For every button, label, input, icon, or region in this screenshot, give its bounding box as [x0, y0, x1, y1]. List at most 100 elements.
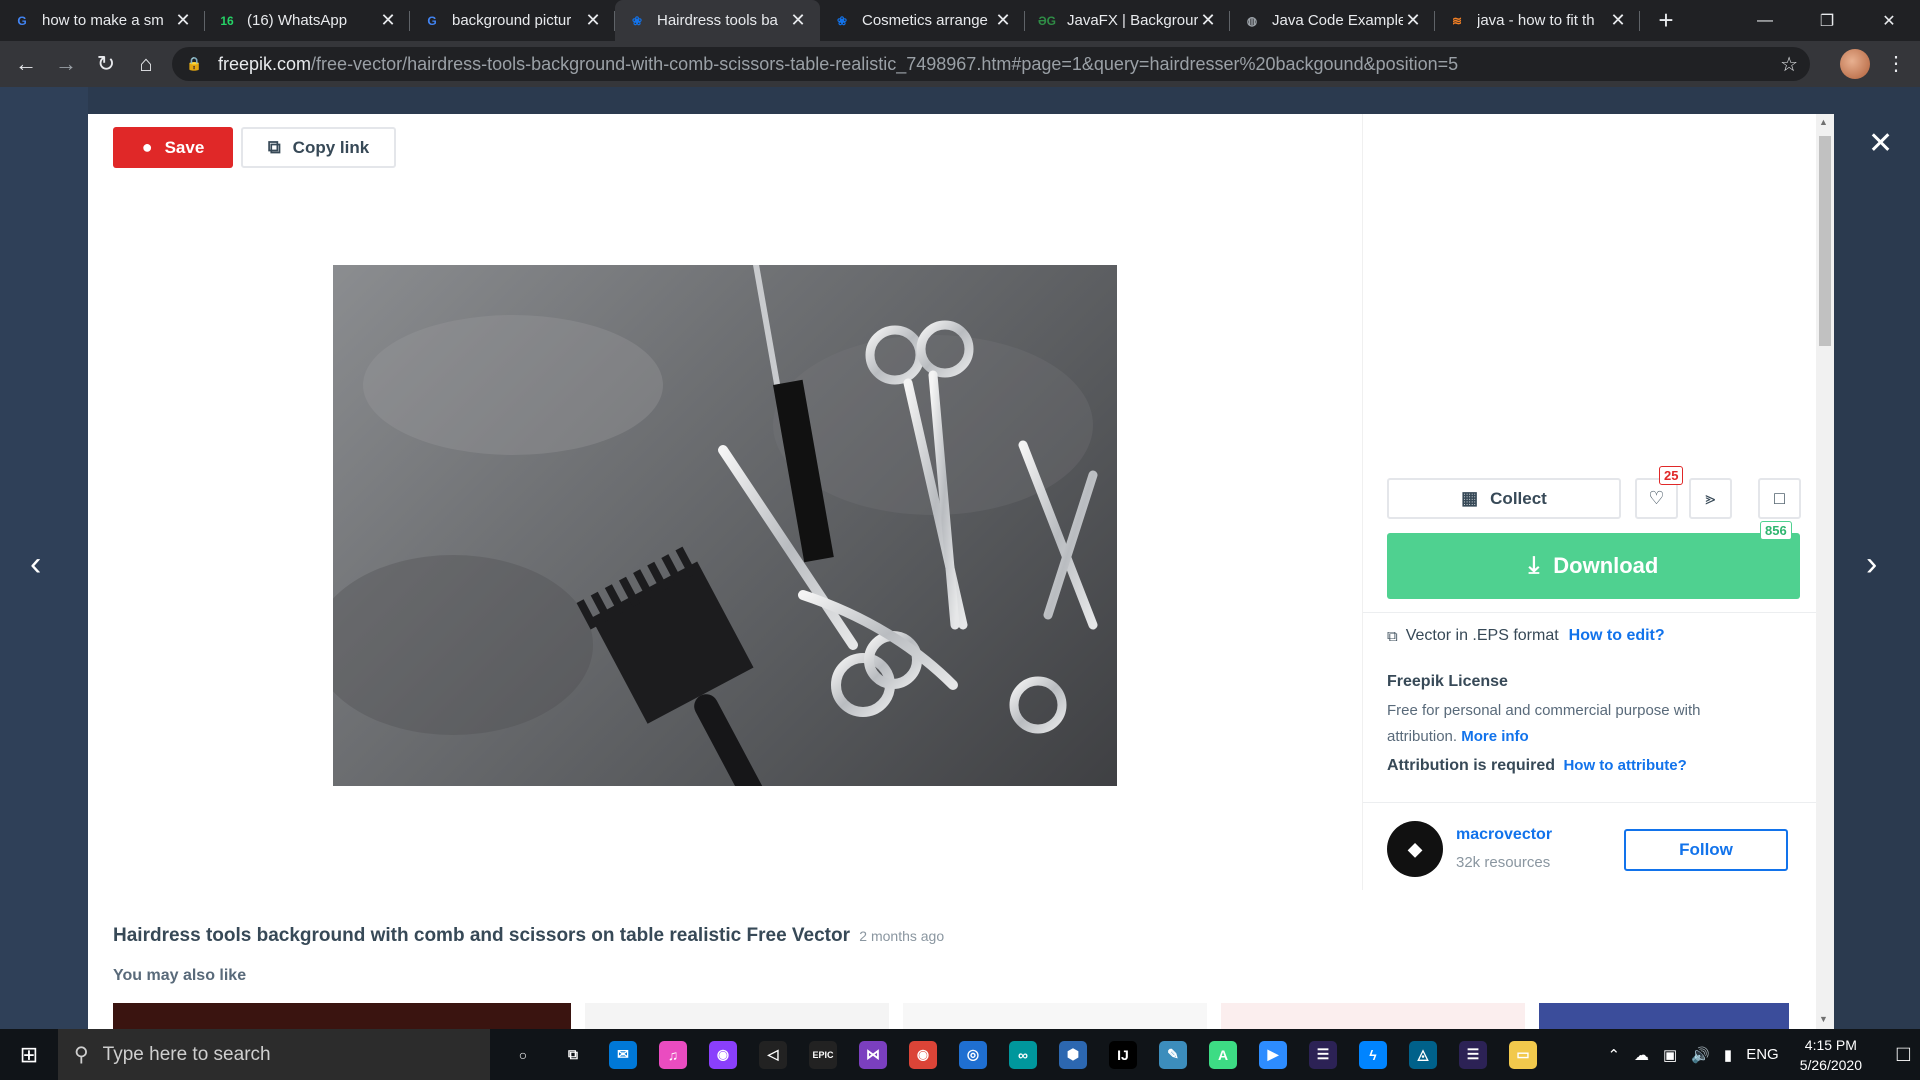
window-controls: — ❐ ✕	[1734, 0, 1920, 41]
arduino-icon[interactable]: ∞	[998, 1029, 1048, 1080]
browser-tab[interactable]: ❀ Hairdress tools ba ✕	[615, 0, 820, 41]
network-icon[interactable]: ▣	[1663, 1046, 1677, 1064]
related-thumbnail[interactable]	[1221, 1003, 1525, 1029]
share-icon: ⪢	[1705, 488, 1716, 508]
heart-icon: ♡	[1648, 488, 1665, 508]
unity-icon[interactable]: ◁	[748, 1029, 798, 1080]
language-indicator[interactable]: ENG	[1746, 1046, 1779, 1063]
close-window-button[interactable]: ✕	[1858, 0, 1920, 41]
task-view-icon[interactable]: ⧉	[548, 1029, 598, 1080]
cloud-icon[interactable]: ☁	[1634, 1046, 1649, 1064]
author-name-link[interactable]: macrovector	[1456, 826, 1552, 844]
related-thumbnail[interactable]	[1539, 1003, 1789, 1029]
vector-format-icon: ⧉	[1387, 627, 1398, 645]
divider	[1363, 612, 1817, 613]
download-button[interactable]: ⤓ Download	[1387, 533, 1800, 599]
epic-games-icon[interactable]: EPIC	[798, 1029, 848, 1080]
scroll-down-icon[interactable]: ▼	[1819, 1014, 1828, 1024]
browser-tab[interactable]: Ghow to make a sm ✕	[0, 0, 205, 41]
bookmark-star-icon[interactable]: ☆	[1780, 52, 1798, 77]
android-studio-icon[interactable]: A	[1198, 1029, 1248, 1080]
scroll-up-icon[interactable]: ▲	[1819, 117, 1828, 127]
related-thumbnail[interactable]	[585, 1003, 889, 1029]
instagram-icon[interactable]: ◎	[948, 1029, 998, 1080]
preview-image[interactable]	[333, 265, 1117, 786]
close-tab-icon[interactable]: ✕	[993, 10, 1013, 31]
resource-modal: ● Save ⧉ Copy link ▦ Collect ♡ 25 ⪢ □ ⤓ …	[88, 114, 1834, 1029]
forward-button[interactable]: →	[46, 44, 86, 84]
browser-tab[interactable]: 16 (16) WhatsApp ✕	[205, 0, 410, 41]
browser-tab[interactable]: ◍ Java Code Example ✕	[1230, 0, 1435, 41]
browser-tab[interactable]: Gbackground pictur ✕	[410, 0, 615, 41]
chevron-up-icon[interactable]: ⌃	[1607, 1046, 1620, 1064]
visual-studio-icon[interactable]: ⋈	[848, 1029, 898, 1080]
intellij-icon[interactable]: IJ	[1098, 1029, 1148, 1080]
mysql-icon[interactable]: ◬	[1398, 1029, 1448, 1080]
browser-tab[interactable]: ≋ java - how to fit th ✕	[1435, 0, 1640, 41]
chrome-icon[interactable]: ◉	[898, 1029, 948, 1080]
browser-tab[interactable]: ❀ Cosmetics arrange ✕	[820, 0, 1025, 41]
attribution-line: Attribution is required How to attribute…	[1387, 757, 1687, 775]
scroll-thumb[interactable]	[1819, 136, 1831, 346]
battery-icon[interactable]: ▮	[1724, 1046, 1732, 1064]
new-tab-button[interactable]: +	[1646, 0, 1686, 41]
eclipse-icon[interactable]: ☰	[1298, 1029, 1348, 1080]
home-button[interactable]: ⌂	[126, 44, 166, 84]
maximize-button[interactable]: ❐	[1796, 0, 1858, 41]
related-thumbnail[interactable]	[903, 1003, 1207, 1029]
close-tab-icon[interactable]: ✕	[1198, 10, 1218, 31]
page-title: Hairdress tools background with comb and…	[113, 925, 944, 947]
mail-icon[interactable]: ✉	[598, 1029, 648, 1080]
close-tab-icon[interactable]: ✕	[1608, 10, 1628, 31]
related-thumbnail[interactable]	[113, 1003, 571, 1029]
windows-start-icon[interactable]: ⊞	[0, 1029, 58, 1080]
taskbar-search-box[interactable]: ⚲ Type here to search	[58, 1029, 490, 1080]
format-info: ⧉ Vector in .EPS format How to edit?	[1387, 627, 1665, 645]
podcast-icon[interactable]: ◉	[698, 1029, 748, 1080]
close-tab-icon[interactable]: ✕	[583, 10, 603, 31]
related-thumbnails	[113, 1003, 1803, 1029]
comment-button[interactable]: □	[1758, 478, 1801, 519]
tab-title: Cosmetics arrange	[862, 12, 988, 29]
copy-link-button[interactable]: ⧉ Copy link	[241, 127, 396, 168]
reload-button[interactable]: ↻	[86, 44, 126, 84]
close-tab-icon[interactable]: ✕	[1403, 10, 1423, 31]
previous-arrow-icon[interactable]: ‹	[30, 545, 41, 584]
zoom-icon[interactable]: ▶	[1248, 1029, 1298, 1080]
close-modal-icon[interactable]: ✕	[1868, 126, 1893, 161]
how-to-edit-link[interactable]: How to edit?	[1569, 627, 1665, 645]
how-to-attribute-link[interactable]: How to attribute?	[1563, 757, 1686, 774]
virtualbox-icon[interactable]: ⬢	[1048, 1029, 1098, 1080]
clock[interactable]: 4:15 PM 5/26/2020	[1800, 1035, 1862, 1075]
close-tab-icon[interactable]: ✕	[173, 10, 193, 31]
back-button[interactable]: ←	[6, 44, 46, 84]
profile-avatar[interactable]	[1840, 49, 1870, 79]
browser-menu-icon[interactable]: ⋮	[1886, 51, 1906, 76]
notepad-icon[interactable]: ✎	[1148, 1029, 1198, 1080]
copy-link-label: Copy link	[292, 137, 370, 157]
cortana-icon[interactable]: ○	[498, 1029, 548, 1080]
clock-date: 5/26/2020	[1799, 1056, 1862, 1073]
share-button[interactable]: ⪢	[1689, 478, 1732, 519]
tab-list: Ghow to make a sm ✕ 16 (16) WhatsApp ✕ Gbackg…	[0, 0, 1640, 41]
more-info-link[interactable]: More info	[1461, 728, 1529, 745]
modal-scrollbar[interactable]: ▲ ▼	[1816, 114, 1834, 1029]
messenger-icon[interactable]: ϟ	[1348, 1029, 1398, 1080]
eclipse-2-icon[interactable]: ☰	[1448, 1029, 1498, 1080]
close-tab-icon[interactable]: ✕	[378, 10, 398, 31]
globe-icon: ◍	[1246, 13, 1258, 28]
next-arrow-icon[interactable]: ›	[1866, 545, 1877, 584]
author-avatar[interactable]: ◆	[1387, 821, 1443, 877]
collect-button[interactable]: ▦ Collect	[1387, 478, 1621, 519]
pinterest-save-button[interactable]: ● Save	[113, 127, 233, 168]
notification-icon[interactable]: □	[1897, 1041, 1910, 1067]
follow-button[interactable]: Follow	[1624, 829, 1788, 871]
eclipse-icon-glyph: ☰	[1309, 1040, 1337, 1069]
volume-icon[interactable]: 🔊	[1691, 1046, 1710, 1064]
browser-tab[interactable]: ƏG JavaFX | Backgrour ✕	[1025, 0, 1230, 41]
address-bar[interactable]: 🔒 freepik.com /free-vector/hairdress-too…	[172, 47, 1810, 81]
file-explorer-icon[interactable]: ▭	[1498, 1029, 1548, 1080]
itunes-icon[interactable]: ♫	[648, 1029, 698, 1080]
minimize-button[interactable]: —	[1734, 0, 1796, 41]
close-tab-icon[interactable]: ✕	[788, 10, 808, 31]
